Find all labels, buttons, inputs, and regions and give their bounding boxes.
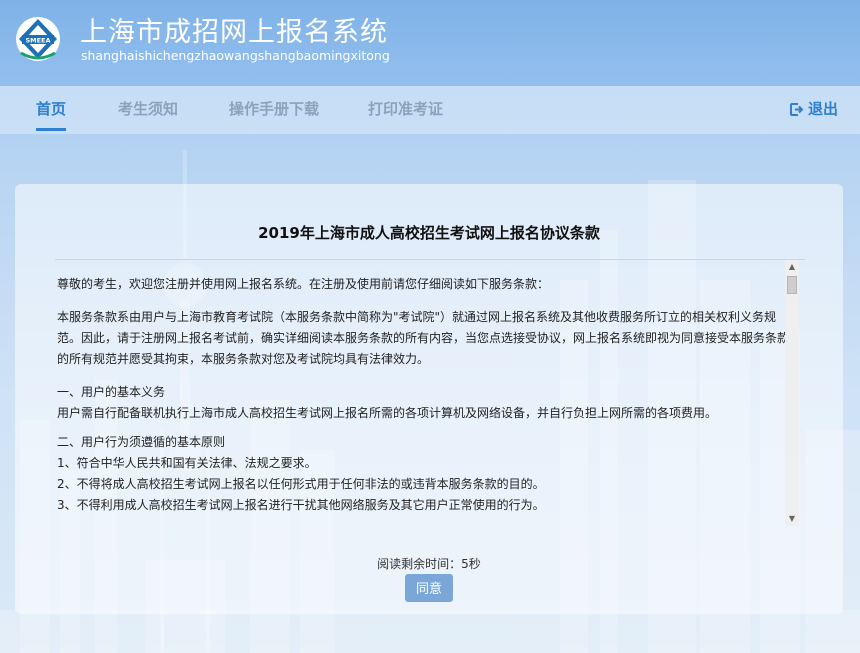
- content-scrollbar[interactable]: ▲ ▼: [785, 260, 799, 526]
- smeea-logo: SMEEA: [16, 17, 60, 61]
- nav-item-label: 考生须知: [118, 100, 179, 118]
- svg-text:SMEEA: SMEEA: [25, 37, 50, 45]
- scroll-up-arrow-icon[interactable]: ▲: [785, 260, 799, 274]
- main-nav: 首页 考生须知 操作手册下载 打印准考证 退出: [0, 86, 860, 134]
- logout-icon: [789, 103, 804, 116]
- section1-title: 一、用户的基本义务: [57, 385, 166, 399]
- agreement-content[interactable]: 尊敬的考生，欢迎您注册并使用网上报名系统。在注册及使用前请您仔细阅读如下服务条款…: [57, 274, 789, 526]
- agree-button[interactable]: 同意: [405, 574, 453, 602]
- section2-title: 二、用户行为须遵循的基本原则: [57, 435, 226, 449]
- section2-item: 1、符合中华人民共和国有关法律、法规之要求。: [57, 456, 317, 470]
- nav-item-candidate-notice[interactable]: 考生须知: [118, 86, 178, 134]
- agreement-greeting: 尊敬的考生，欢迎您注册并使用网上报名系统。在注册及使用前请您仔细阅读如下服务条款…: [57, 277, 550, 291]
- nav-item-print-admission[interactable]: 打印准考证: [368, 86, 443, 134]
- nav-item-label: 操作手册下载: [229, 100, 320, 118]
- site-subtitle: shanghaishichengzhaowangshangbaomingxito…: [81, 48, 390, 63]
- section2-item: 2、不得将成人高校招生考试网上报名以任何形式用于任何非法的或违背本服务条款的目的…: [57, 477, 545, 491]
- section1-text: 用户需自行配备联机执行上海市成人高校招生考试网上报名所需的各项计算机及网络设备，…: [57, 406, 718, 420]
- logout-button[interactable]: 退出: [789, 86, 838, 134]
- title-divider: [55, 259, 805, 260]
- reading-timer: 阅读剩余时间：5秒: [377, 557, 481, 571]
- nav-item-manual-download[interactable]: 操作手册下载: [229, 86, 319, 134]
- scroll-down-arrow-icon[interactable]: ▼: [785, 512, 799, 526]
- nav-item-home[interactable]: 首页: [36, 86, 67, 134]
- logout-label: 退出: [807, 100, 838, 118]
- site-title: 上海市成招网上报名系统: [80, 17, 388, 48]
- nav-item-label: 首页: [36, 100, 67, 118]
- site-header: SMEEA 上海市成招网上报名系统 shanghaishichengzhaowa…: [0, 0, 860, 86]
- agreement-intro: 本服务条款系由用户与上海市教育考试院（本服务条款中简称为"考试院"）就通过网上报…: [57, 310, 789, 366]
- agreement-card: 2019年上海市成人高校招生考试网上报名协议条款 尊敬的考生，欢迎您注册并使用网…: [15, 184, 843, 614]
- nav-active-underline: [36, 128, 67, 131]
- agreement-title: 2019年上海市成人高校招生考试网上报名协议条款: [258, 224, 600, 242]
- scrollbar-thumb[interactable]: [787, 276, 797, 294]
- section2-item: 3、不得利用成人高校招生考试网上报名进行干扰其他网络服务及其它用户正常使用的行为…: [57, 498, 545, 512]
- nav-item-label: 打印准考证: [368, 100, 444, 118]
